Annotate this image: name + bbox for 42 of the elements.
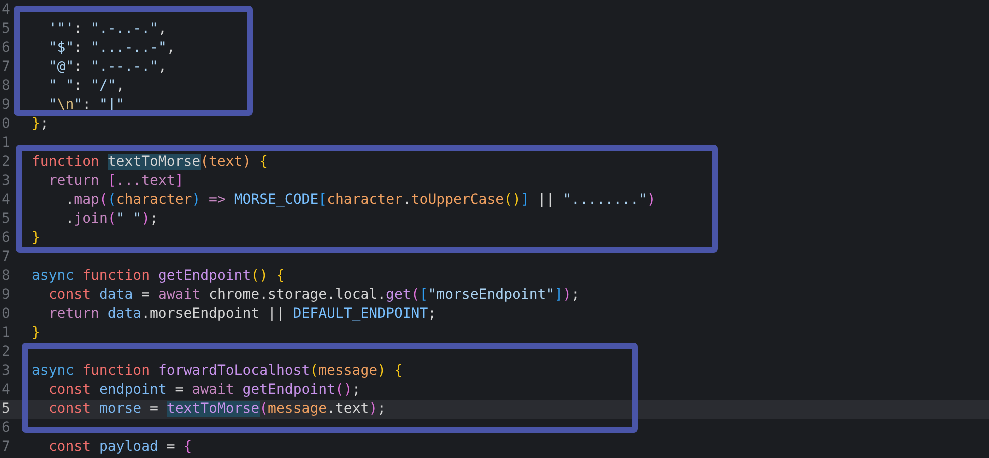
line-number: 0 xyxy=(1,305,12,324)
code-line: async function getEndpoint() { xyxy=(32,267,285,286)
line-number: 1 xyxy=(1,134,12,153)
line-number: 9 xyxy=(1,286,12,305)
code-line: " ": "/", xyxy=(48,77,125,96)
line-number: 7 xyxy=(1,248,12,267)
line-number: 6 xyxy=(1,419,12,438)
line-number: 7 xyxy=(1,438,12,457)
code-line: const morse = textToMorse(message.text); xyxy=(48,400,386,419)
line-number: 4 xyxy=(1,191,12,210)
line-number: 9 xyxy=(1,96,12,115)
line-number: 1 xyxy=(1,324,12,343)
line-number: 7 xyxy=(1,58,12,77)
code-line: .join(" "); xyxy=(64,210,158,229)
code-line: }; xyxy=(32,115,49,134)
line-number: 4 xyxy=(1,1,12,20)
code-line: } xyxy=(32,324,40,343)
line-number: 8 xyxy=(1,77,12,96)
code-line: return data.morseEndpoint || DEFAULT_ENDPOINT; xyxy=(48,305,437,324)
code-line: return [...text] xyxy=(48,172,184,191)
line-number: 5 xyxy=(1,210,12,229)
code-line: "$": "...-..-", xyxy=(48,39,176,58)
code-line: } xyxy=(32,229,40,248)
line-number: 2 xyxy=(1,343,12,362)
code-line: async function forwardToLocalhost(message) { xyxy=(32,362,403,381)
line-number: 6 xyxy=(1,229,12,248)
code-line: const endpoint = await getEndpoint(); xyxy=(48,381,361,400)
line-number: 3 xyxy=(1,362,12,381)
line-number: 5 xyxy=(1,400,12,419)
line-number: 4 xyxy=(1,381,12,400)
line-number: 3 xyxy=(1,172,12,191)
line-number: 8 xyxy=(1,267,12,286)
code-line: const data = await chrome.storage.local.get(["morseEndpoint"]); xyxy=(48,286,580,305)
line-number: 2 xyxy=(1,153,12,172)
line-number: 0 xyxy=(1,115,12,134)
code-line: const payload = { xyxy=(48,438,192,457)
code-line: .map((character) => MORSE_CODE[character.toUpperCase()] || "........") xyxy=(64,191,656,210)
code-line: '"': ".-..-.", xyxy=(48,20,167,39)
code-line: function textToMorse(text) { xyxy=(32,153,268,172)
line-number: 5 xyxy=(1,20,12,39)
code-line: "@": ".--.-.", xyxy=(48,58,167,77)
line-number: 6 xyxy=(1,39,12,58)
